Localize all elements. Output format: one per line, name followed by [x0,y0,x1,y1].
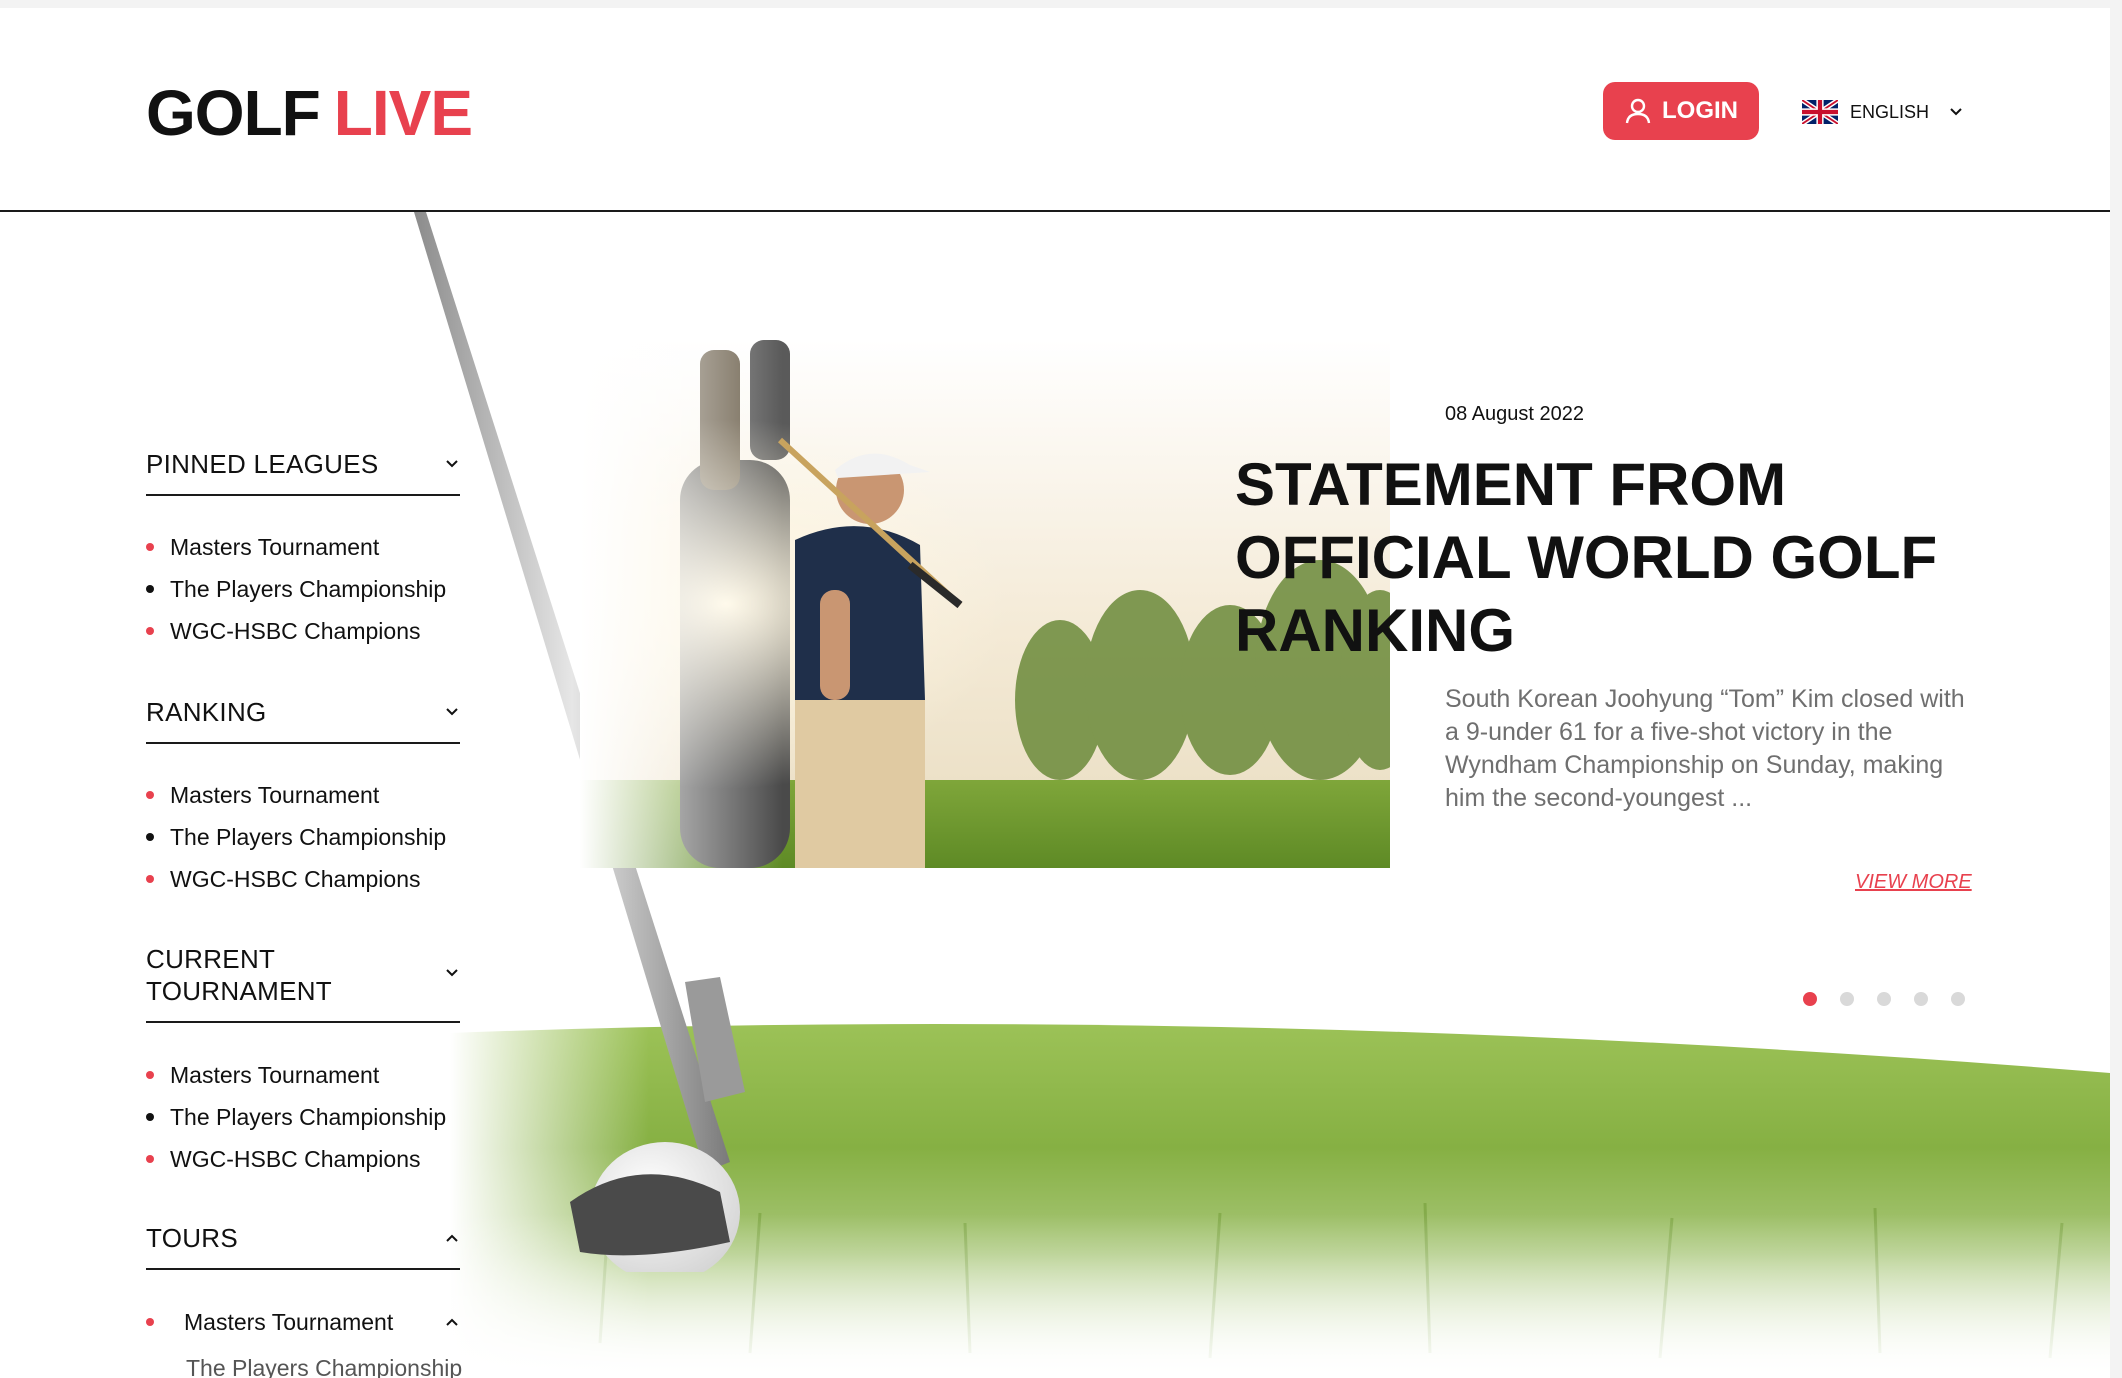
section-header-pinned-leagues[interactable]: PINNED LEAGUES [146,448,460,496]
logo-text-golf: GOLF [146,77,321,149]
chevron-up-icon[interactable] [444,1230,460,1246]
section-title: PINNED LEAGUES [146,449,379,479]
page-frame: GOLF LIVE LOGIN ENGLISH PINNED LEAGUES M… [0,8,2110,1378]
bullet-dot-icon [146,543,154,551]
chevron-down-icon[interactable] [444,965,460,981]
bullet-dot-icon [146,1071,154,1079]
list-item[interactable]: The Players Championship [146,816,446,858]
article-title[interactable]: STATEMENT FROM OFFICIAL WORLD GOLF RANKI… [1235,448,1995,667]
list-item[interactable]: The Players Championship [146,568,446,610]
article-title-line: OFFICIAL WORLD GOLF [1235,524,1938,591]
sub-list-item-label: The Players Championship [186,1355,463,1378]
section-title-line: TOURNAMENT [146,976,332,1006]
article-date: 08 August 2022 [1445,403,1585,425]
logo-text-live: LIVE [333,77,473,149]
section-header-ranking[interactable]: RANKING [146,696,460,744]
section-title: TOURS [146,1223,239,1253]
list-item[interactable]: The Players Championship [146,1096,446,1138]
list-item-main: Masters Tournament [146,1309,393,1336]
section-header-current-tournament[interactable]: CURRENT TOURNAMENT [146,943,460,1023]
section-list-ranking: Masters Tournament The Players Champions… [146,774,446,900]
list-item[interactable]: WGC-HSBC Champions [146,1138,446,1180]
uk-flag-icon [1802,100,1838,124]
list-item-label: Masters Tournament [184,1308,394,1335]
sub-list-item[interactable]: The Players Championship [186,1355,466,1378]
bullet-dot-icon [146,585,154,593]
list-item-label: WGC-HSBC Champions [170,617,421,644]
list-item[interactable]: Masters Tournament [146,526,446,568]
site-header: GOLF LIVE LOGIN ENGLISH [0,8,2110,212]
list-item-label: WGC-HSBC Champions [170,865,421,892]
view-more-link[interactable]: VIEW MORE [1855,871,1972,894]
list-item[interactable]: WGC-HSBC Champions [146,858,446,900]
bullet-dot-icon [146,1318,154,1326]
login-label: LOGIN [1662,97,1738,124]
chevron-up-icon[interactable] [444,1314,460,1330]
chevron-down-icon[interactable] [444,456,460,472]
carousel-dot[interactable] [1803,992,1817,1006]
list-item-label: Masters Tournament [170,781,380,808]
bullet-dot-icon [146,627,154,635]
carousel-dot[interactable] [1951,992,1965,1006]
section-list-current-tournament: Masters Tournament The Players Champions… [146,1054,446,1180]
carousel-pagination [1803,992,1965,1006]
list-item[interactable]: Masters Tournament [146,1054,446,1096]
user-icon [1625,98,1651,124]
article-title-line: RANKING [1235,597,1515,664]
language-label: ENGLISH [1850,101,1930,122]
article-excerpt: South Korean Joohyung “Tom” Kim closed w… [1445,685,1965,812]
list-item-label: The Players Championship [170,823,447,850]
list-item[interactable]: Masters Tournament [146,774,446,816]
login-button[interactable]: LOGIN [1603,82,1759,140]
chevron-down-icon[interactable] [444,704,460,720]
list-item-label: Masters Tournament [170,533,380,560]
bullet-dot-icon [146,833,154,841]
section-title: RANKING [146,697,267,727]
site-logo[interactable]: GOLF LIVE [146,76,473,150]
bullet-dot-icon [146,1155,154,1163]
section-list-pinned-leagues: Masters Tournament The Players Champions… [146,526,446,652]
list-item-label: WGC-HSBC Champions [170,1145,421,1172]
carousel-dot[interactable] [1840,992,1854,1006]
bullet-dot-icon [146,875,154,883]
article-title-line: STATEMENT FROM [1235,451,1787,518]
list-item-label: Masters Tournament [170,1061,380,1088]
list-item-label: The Players Championship [170,575,447,602]
section-title-line: CURRENT [146,944,276,974]
list-item[interactable]: WGC-HSBC Champions [146,610,446,652]
section-list-tours: Masters Tournament [146,1301,460,1343]
list-item-label: The Players Championship [170,1103,447,1130]
bullet-dot-icon [146,791,154,799]
list-item[interactable]: Masters Tournament [146,1301,460,1343]
carousel-dot[interactable] [1877,992,1891,1006]
language-selector[interactable]: ENGLISH [1802,100,1963,124]
carousel-dot[interactable] [1914,992,1928,1006]
section-title: CURRENT TOURNAMENT [146,943,332,1007]
bullet-dot-icon [146,1113,154,1121]
chevron-down-icon [1950,108,1962,116]
section-header-tours[interactable]: TOURS [146,1222,460,1270]
